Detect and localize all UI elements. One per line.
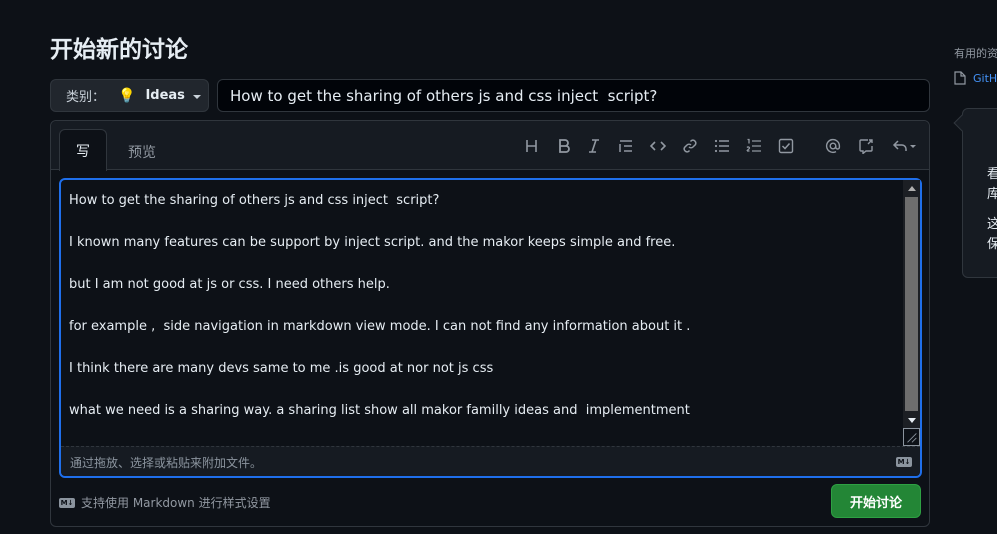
caret-down-icon [192, 94, 201, 99]
start-discussion-button[interactable]: 开始讨论 [831, 484, 921, 518]
reply-icon[interactable] [889, 135, 919, 157]
link-icon[interactable] [679, 135, 701, 157]
discussion-title-input[interactable] [217, 79, 930, 112]
markdown-support-note: M↓ 支持使用 Markdown 进行样式设置 [59, 494, 271, 511]
tab-write[interactable]: 写 [59, 129, 107, 171]
scroll-down-arrow-icon[interactable] [903, 412, 920, 428]
markdown-support-link[interactable]: 支持使用 Markdown 进行样式设置 [81, 494, 271, 511]
popover-line: 这 [987, 217, 997, 232]
popover-arrow [953, 114, 971, 132]
attach-files-bar[interactable]: 通过拖放、选择或粘贴来附加文件。 M↓ [61, 446, 920, 476]
cross-reference-icon[interactable] [855, 135, 877, 157]
sidebar-link-text[interactable]: GitH [973, 72, 997, 85]
body-text[interactable]: How to get the sharing of others js and … [61, 180, 904, 446]
code-icon[interactable] [647, 135, 669, 157]
resize-handle[interactable] [903, 428, 920, 446]
tab-preview[interactable]: 预览 [117, 131, 167, 173]
editor-header: 写 预览 [51, 121, 929, 173]
ordered-list-icon[interactable] [743, 135, 765, 157]
mention-icon[interactable] [822, 135, 844, 157]
body-textarea[interactable]: How to get the sharing of others js and … [59, 178, 922, 478]
italic-icon[interactable] [583, 135, 605, 157]
quote-icon[interactable] [615, 135, 637, 157]
comment-editor: 写 预览 How to get the sharing of others js… [50, 120, 930, 527]
attach-files-text: 通过拖放、选择或粘贴来附加文件。 [70, 456, 263, 470]
markdown-icon: M↓ [59, 497, 75, 508]
task-list-icon[interactable] [775, 135, 797, 157]
markdown-icon: M↓ [896, 457, 912, 467]
file-icon [954, 71, 966, 85]
tip-popover: 看 库 这 保 [953, 108, 997, 278]
category-label: 类别： [66, 90, 106, 105]
category-select-button[interactable]: 类别： 💡 Ideas [50, 79, 209, 112]
page-title: 开始新的讨论 [50, 37, 188, 63]
bulb-icon: 💡 [118, 87, 136, 104]
scroll-thumb[interactable] [905, 197, 918, 411]
textarea-scrollbar[interactable] [903, 180, 920, 428]
sidebar-heading: 有用的资 [954, 47, 997, 60]
popover-line: 库 [987, 187, 997, 202]
heading-icon[interactable] [521, 135, 543, 157]
category-value: Ideas [145, 88, 185, 103]
scroll-up-arrow-icon[interactable] [903, 180, 920, 196]
popover-line: 保 [987, 237, 997, 252]
unordered-list-icon[interactable] [711, 135, 733, 157]
popover-line: 看 [987, 167, 997, 182]
bold-icon[interactable] [553, 135, 575, 157]
sidebar-link[interactable]: GitH [954, 71, 997, 85]
